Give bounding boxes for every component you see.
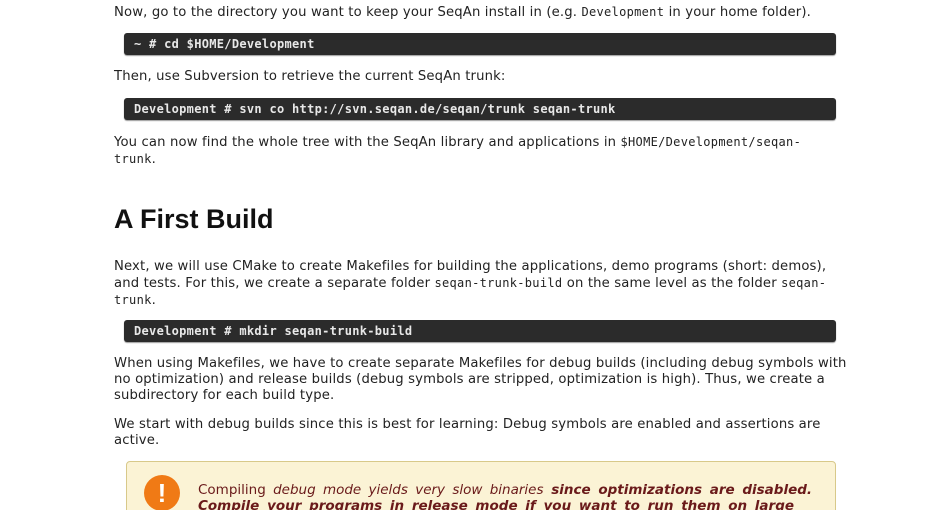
cmake-text-line2: and tests. For this, we create a separat… xyxy=(114,276,435,291)
debug-line2: active. xyxy=(114,433,160,448)
warning-text-plain: Compiling xyxy=(198,482,274,498)
tree-text: You can now find the whole tree with the… xyxy=(114,135,621,150)
inline-code-path: $HOME/Development/seqan- xyxy=(620,135,802,149)
debug-paragraph: We start with debug builds since this is… xyxy=(114,417,849,449)
svn-paragraph: Then, use Subversion to retrieve the cur… xyxy=(114,69,506,84)
tree-paragraph: You can now find the whole tree with the… xyxy=(114,134,849,168)
code-block-svn-checkout: Development # svn co http://svn.seqan.de… xyxy=(124,98,836,120)
makefiles-line1: When using Makefiles, we have to create … xyxy=(114,356,847,371)
cmake-text-mid: on the same level as the folder xyxy=(562,276,782,291)
exclamation-icon: ! xyxy=(144,475,180,510)
warning-text-strong-line2: Compile your programs in release mode if… xyxy=(198,498,795,510)
inline-code-trunk: trunk xyxy=(114,293,152,307)
tree-text-end: . xyxy=(151,152,156,167)
code-block-mkdir: Development # mkdir seqan-trunk-build xyxy=(124,320,836,342)
warning-admonition: ! Compiling debug mode yields very slow … xyxy=(126,461,836,510)
warning-text: Compiling debug mode yields very slow bi… xyxy=(198,482,818,510)
cmake-text-line1: Next, we will use CMake to create Makefi… xyxy=(114,259,827,274)
makefiles-paragraph: When using Makefiles, we have to create … xyxy=(114,356,849,404)
cmake-paragraph: Next, we will use CMake to create Makefi… xyxy=(114,259,849,309)
inline-code-path-cont: trunk xyxy=(114,152,152,166)
makefiles-line3: subdirectory for each build type. xyxy=(114,388,335,403)
warning-text-strong: since optimizations are disabled. xyxy=(543,482,813,498)
intro-text: Now, go to the directory you want to kee… xyxy=(114,5,582,20)
code-block-cd: ~ # cd $HOME/Development xyxy=(124,33,836,55)
inline-code-build-folder: seqan-trunk-build xyxy=(434,276,563,290)
intro-paragraph: Now, go to the directory you want to kee… xyxy=(114,4,849,21)
inline-code-seqan: seqan- xyxy=(781,276,827,290)
warning-text-emphasis: debug mode yields very slow binaries xyxy=(273,482,544,498)
intro-text-end: in your home folder). xyxy=(664,5,811,20)
makefiles-line2: no optimization) and release builds (deb… xyxy=(114,372,825,387)
section-heading: A First Build xyxy=(114,204,274,234)
cmake-text-end: . xyxy=(151,293,156,308)
inline-code-development: Development xyxy=(581,5,665,19)
debug-line1: We start with debug builds since this is… xyxy=(114,417,821,432)
